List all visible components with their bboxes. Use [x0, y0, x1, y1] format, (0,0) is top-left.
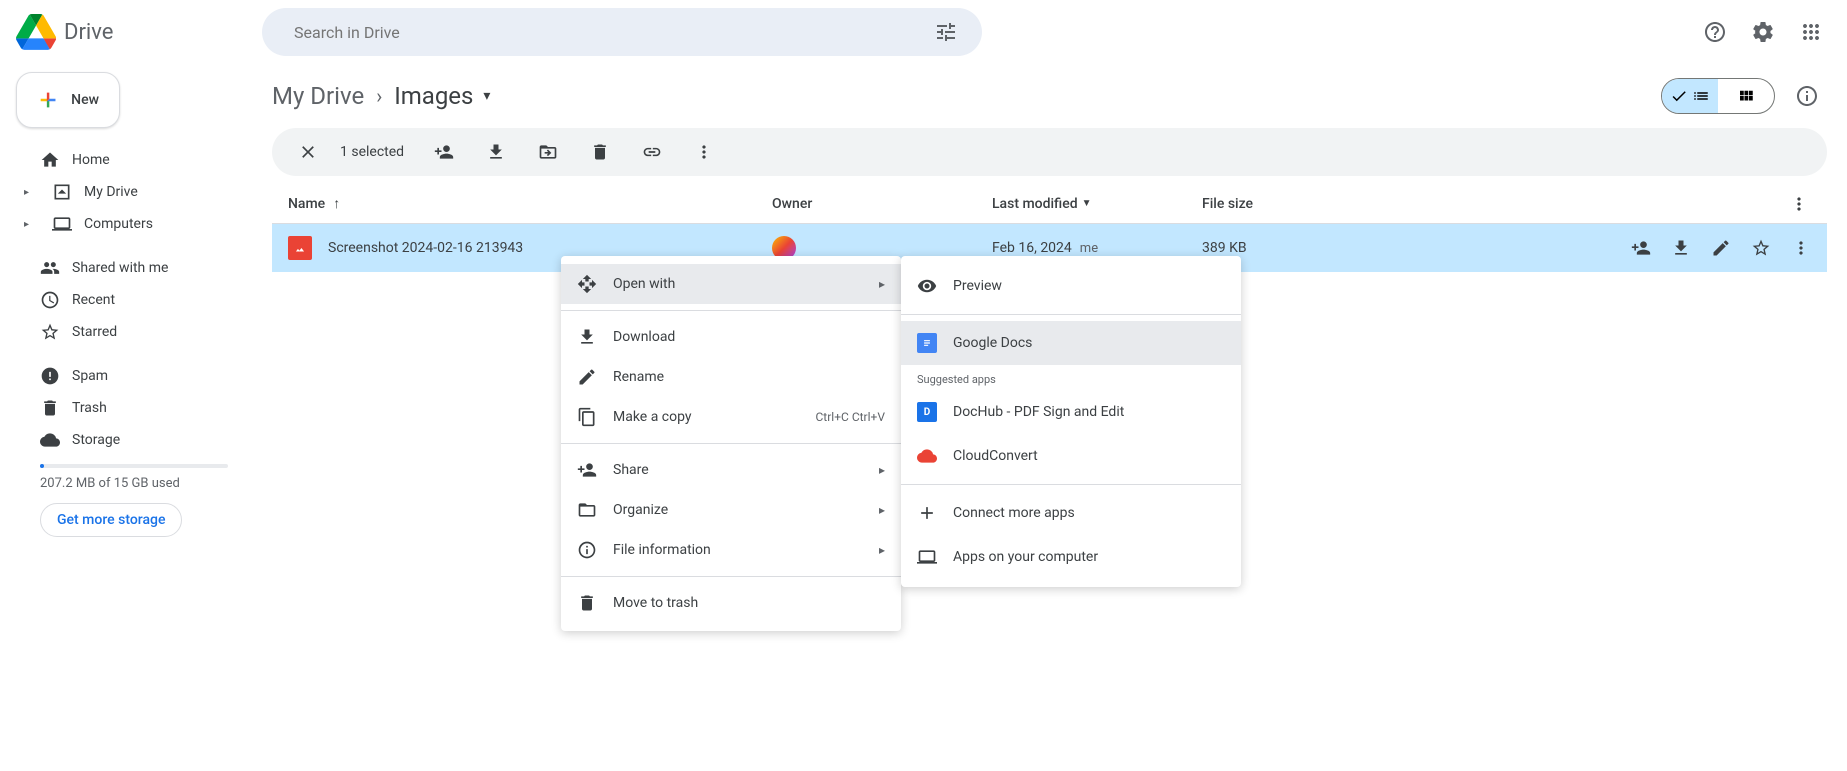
menu-rename[interactable]: Rename — [561, 357, 901, 397]
download-icon[interactable] — [476, 132, 516, 172]
menu-organize[interactable]: Organize▸ — [561, 490, 901, 530]
settings-icon[interactable] — [1743, 12, 1783, 52]
file-modified-date: Feb 16, 2024 — [992, 240, 1072, 256]
row-download-icon[interactable] — [1663, 230, 1699, 266]
chevron-right-icon: ▸ — [24, 219, 40, 230]
context-menu: Open with▸ Download Rename Make a copyCt… — [561, 256, 901, 631]
table-header: Name↑ Owner Last modified▼ File size — [272, 184, 1827, 224]
breadcrumb-root[interactable]: My Drive — [272, 82, 364, 110]
breadcrumb: My Drive › Images▾ — [272, 82, 490, 110]
submenu-preview[interactable]: Preview — [901, 264, 1241, 308]
search-options-icon[interactable] — [926, 12, 966, 52]
submenu-arrow-icon: ▸ — [879, 463, 885, 477]
submenu-apps-computer[interactable]: Apps on your computer — [901, 535, 1241, 579]
open-with-submenu: Preview Google Docs Suggested apps DDocH… — [901, 256, 1241, 587]
dochub-icon: D — [917, 402, 937, 422]
shortcut-text: Ctrl+C Ctrl+V — [816, 410, 886, 424]
file-name: Screenshot 2024-02-16 213943 — [328, 240, 523, 256]
grid-view-button[interactable] — [1718, 79, 1774, 113]
row-star-icon[interactable] — [1743, 230, 1779, 266]
column-name[interactable]: Name↑ — [272, 195, 772, 212]
link-icon[interactable] — [632, 132, 672, 172]
nav-recent[interactable]: Recent — [16, 284, 240, 316]
submenu-arrow-icon: ▸ — [879, 277, 885, 291]
google-docs-icon — [917, 333, 937, 353]
layout-toggle — [1661, 78, 1775, 114]
selection-count: 1 selected — [340, 144, 404, 160]
menu-file-info[interactable]: File information▸ — [561, 530, 901, 570]
image-file-icon — [288, 236, 312, 260]
close-selection-icon[interactable] — [288, 132, 328, 172]
nav-storage[interactable]: Storage — [16, 424, 240, 456]
file-size: 389 KB — [1202, 240, 1402, 256]
submenu-arrow-icon: ▸ — [879, 503, 885, 517]
logo-area[interactable]: Drive — [16, 12, 254, 52]
nav-shared[interactable]: Shared with me — [16, 252, 240, 284]
cloudconvert-icon — [917, 446, 937, 466]
column-owner[interactable]: Owner — [772, 196, 992, 212]
chevron-right-icon: › — [372, 84, 386, 108]
menu-share[interactable]: Share▸ — [561, 450, 901, 490]
file-modified-by: me — [1080, 241, 1098, 256]
column-size[interactable]: File size — [1202, 196, 1402, 212]
apps-grid-icon[interactable] — [1791, 12, 1831, 52]
nav-home[interactable]: Home — [16, 144, 240, 176]
selection-bar: 1 selected — [272, 128, 1827, 176]
submenu-cloudconvert[interactable]: CloudConvert — [901, 434, 1241, 478]
get-more-storage-button[interactable]: Get more storage — [40, 503, 182, 537]
delete-icon[interactable] — [580, 132, 620, 172]
sidebar: New Home ▸My Drive ▸Computers Shared wit… — [0, 64, 256, 771]
breadcrumb-current[interactable]: Images▾ — [394, 82, 490, 110]
dropdown-icon: ▾ — [483, 88, 490, 104]
move-icon[interactable] — [528, 132, 568, 172]
nav-computers[interactable]: ▸Computers — [16, 208, 240, 240]
sort-up-icon: ↑ — [333, 195, 340, 212]
submenu-connect-more[interactable]: Connect more apps — [901, 491, 1241, 535]
column-modified[interactable]: Last modified▼ — [992, 196, 1202, 212]
info-icon[interactable] — [1787, 76, 1827, 116]
search-bar[interactable] — [262, 8, 982, 56]
share-icon[interactable] — [424, 132, 464, 172]
submenu-dochub[interactable]: DDocHub - PDF Sign and Edit — [901, 390, 1241, 434]
row-share-icon[interactable] — [1623, 230, 1659, 266]
menu-make-copy[interactable]: Make a copyCtrl+C Ctrl+V — [561, 397, 901, 437]
nav-spam[interactable]: Spam — [16, 360, 240, 392]
more-columns-icon[interactable] — [1779, 184, 1819, 224]
help-icon[interactable] — [1695, 12, 1735, 52]
drive-logo-icon — [16, 12, 56, 52]
more-actions-icon[interactable] — [684, 132, 724, 172]
chevron-right-icon: ▸ — [24, 187, 40, 198]
app-title: Drive — [64, 20, 113, 45]
row-rename-icon[interactable] — [1703, 230, 1739, 266]
menu-download[interactable]: Download — [561, 317, 901, 357]
storage-progress — [40, 464, 228, 468]
row-more-icon[interactable] — [1783, 230, 1819, 266]
list-view-button[interactable] — [1662, 79, 1718, 113]
nav-starred[interactable]: Starred — [16, 316, 240, 348]
nav-my-drive[interactable]: ▸My Drive — [16, 176, 240, 208]
menu-trash[interactable]: Move to trash — [561, 583, 901, 623]
submenu-arrow-icon: ▸ — [879, 543, 885, 557]
menu-open-with[interactable]: Open with▸ — [561, 264, 901, 304]
new-button[interactable]: New — [16, 72, 120, 128]
suggested-apps-header: Suggested apps — [901, 365, 1241, 390]
sort-down-icon: ▼ — [1082, 198, 1092, 209]
submenu-google-docs[interactable]: Google Docs — [901, 321, 1241, 365]
storage-used-text: 207.2 MB of 15 GB used — [16, 476, 240, 491]
nav-trash[interactable]: Trash — [16, 392, 240, 424]
search-input[interactable] — [294, 23, 910, 42]
